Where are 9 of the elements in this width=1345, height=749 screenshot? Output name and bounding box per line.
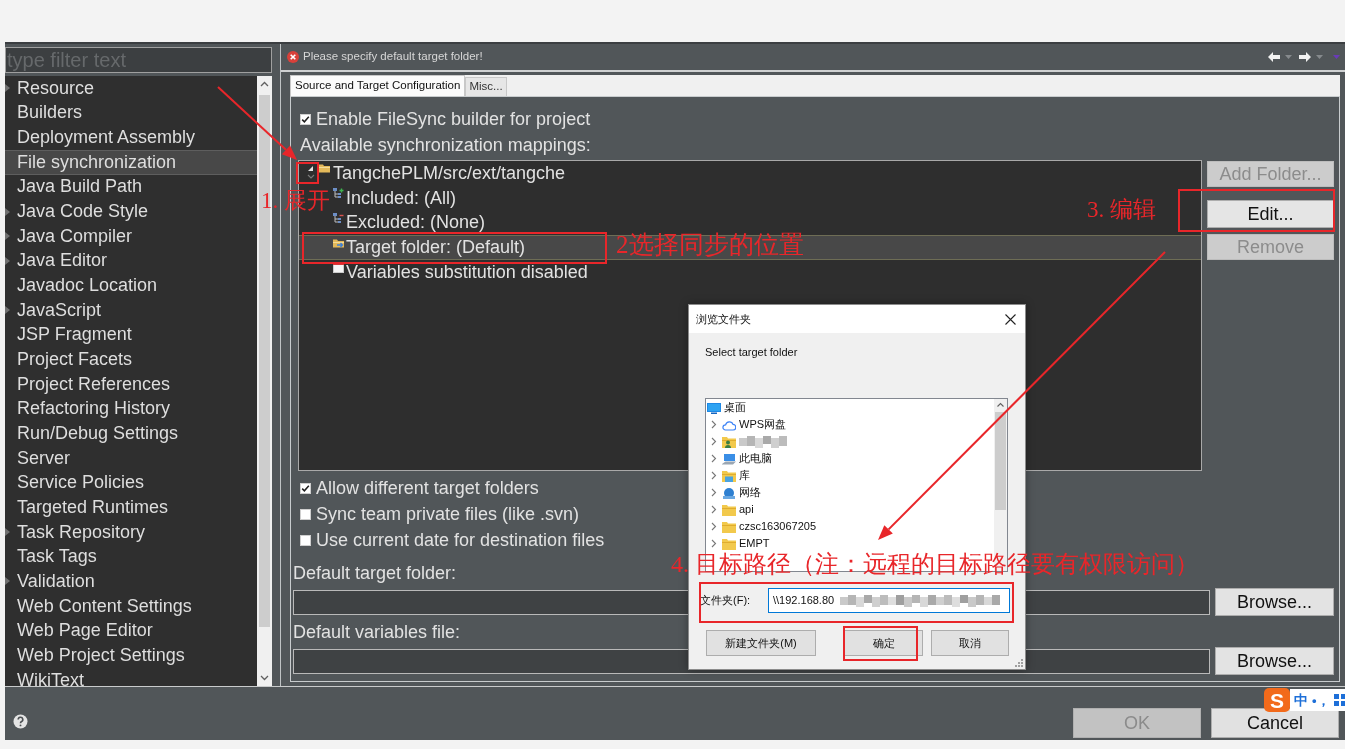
annotation-text: 3. 编辑 [1087,198,1156,221]
annotation-text: 2选择同步的位置 [616,232,804,257]
section-label: Available synchronization mappings: [300,133,591,157]
field-label: 文件夹(F): [700,593,751,609]
field-label: Default target folder: [293,561,457,585]
error-message: Please specify default target folder! [303,49,483,65]
field-label: Default variables file: [293,620,461,644]
dialog-prompt: Select target folder [705,345,798,359]
dialog-title: 浏览文件夹 [696,311,751,327]
